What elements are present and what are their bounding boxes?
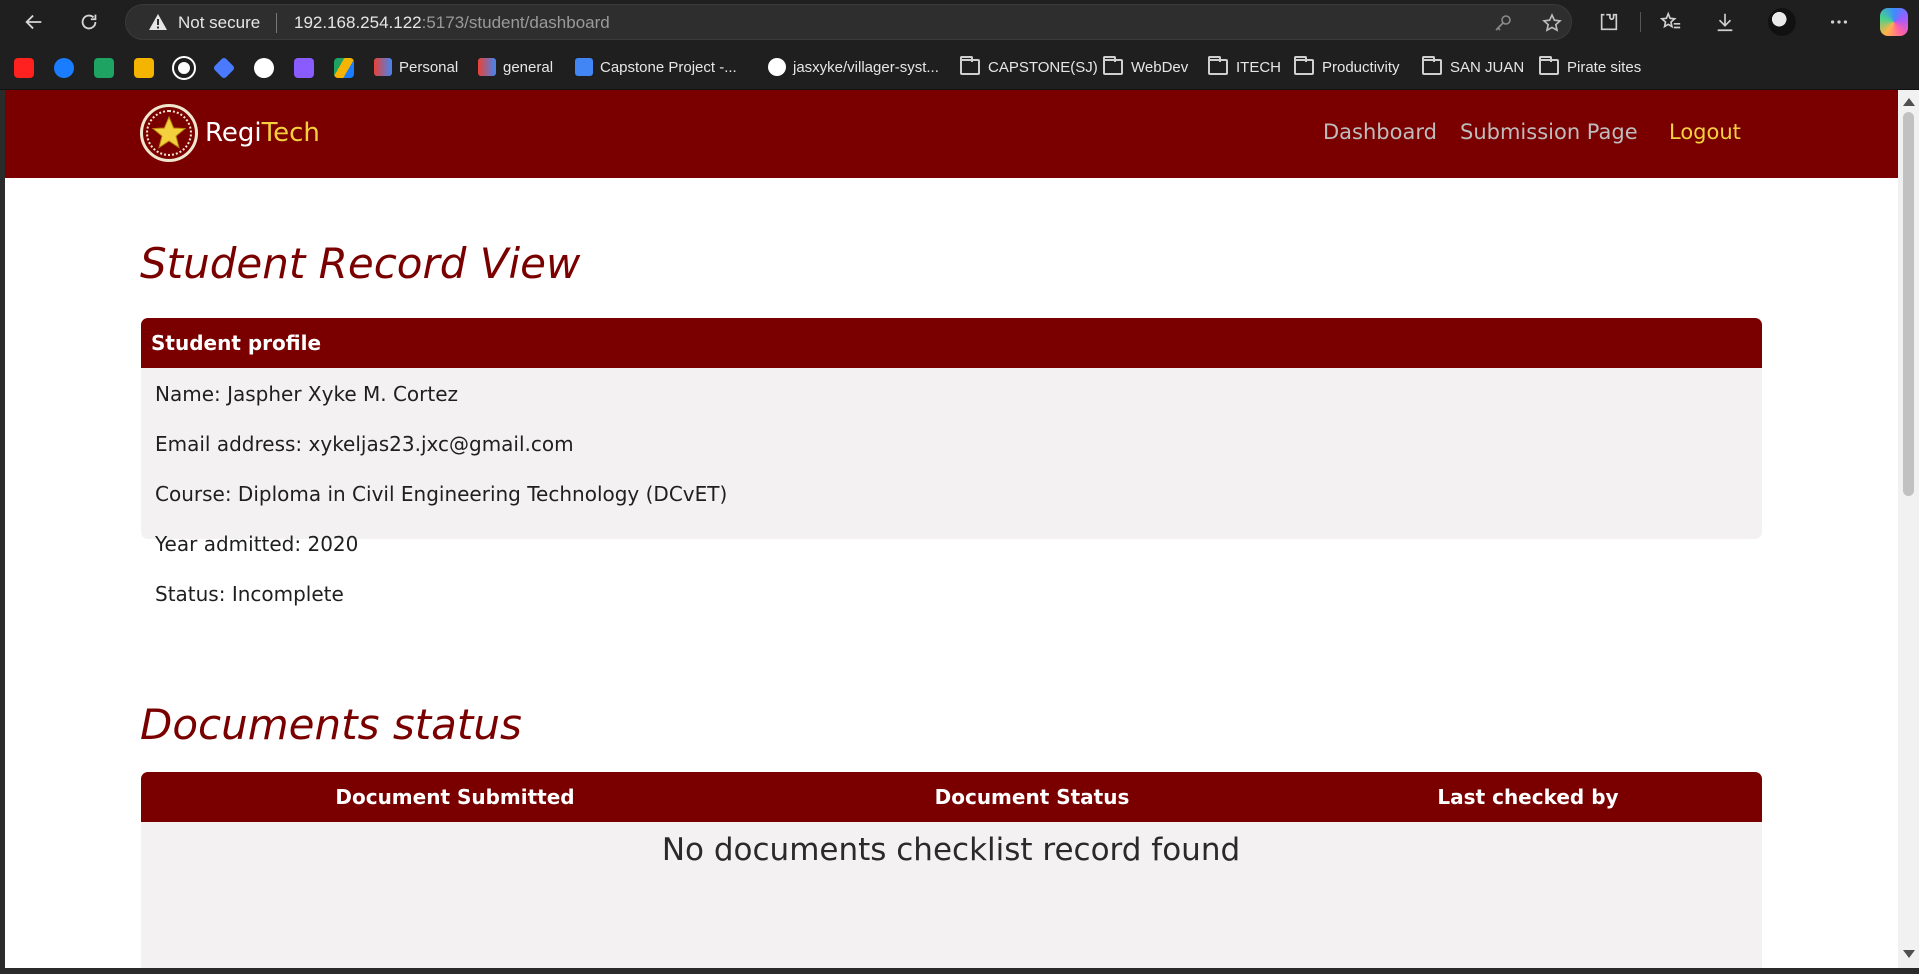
profile-card-body: Name: Jaspher Xyke M. Cortez Email addre… [141, 368, 1762, 606]
page-scrollbar[interactable] [1898, 90, 1919, 968]
student-status: Status: Incomplete [155, 582, 344, 606]
address-bar[interactable]: Not secure 192.168.254.122:5173/student/… [125, 4, 1572, 40]
bookmark-personal[interactable]: Personal [374, 56, 458, 78]
bookmark-label: Personal [399, 58, 459, 76]
scroll-thumb[interactable] [1903, 112, 1914, 496]
bookmark-label: general [503, 58, 554, 76]
bookmark-label: jasxyke/villager-syst... [793, 58, 939, 76]
bookmark-folder-pirate-sites[interactable]: Pirate sites [1539, 56, 1641, 78]
more-menu-icon[interactable] [1826, 9, 1852, 35]
nav-submission-page[interactable]: Submission Page [1460, 120, 1638, 144]
docs-icon [575, 58, 593, 76]
github-icon [768, 58, 786, 76]
drive-icon[interactable] [334, 58, 354, 78]
nav-logout[interactable]: Logout [1669, 120, 1741, 144]
bookmark-folder-webdev[interactable]: WebDev [1103, 56, 1188, 78]
profile-card-title: Student profile [151, 331, 322, 355]
nav-dashboard[interactable]: Dashboard [1323, 120, 1437, 144]
empty-records-message: No documents checklist record found [661, 832, 1241, 868]
back-button[interactable] [16, 6, 52, 38]
bookmark-capstone-project[interactable]: Capstone Project -... [575, 56, 737, 78]
url-text[interactable]: 192.168.254.122:5173/student/dashboard [294, 13, 610, 33]
url-host: 192.168.254.122 [294, 13, 422, 32]
classroom-icon[interactable] [134, 58, 154, 78]
browser-toolbar: Not secure 192.168.254.122:5173/student/… [0, 0, 1919, 44]
extensions-icon[interactable] [1596, 9, 1622, 35]
bookmark-folder-itech[interactable]: ITECH [1208, 56, 1281, 78]
folder-icon [1422, 56, 1442, 75]
bookmark-folder-capstone[interactable]: CAPSTONE(SJ) [960, 56, 1098, 78]
bookmark-github-repo[interactable]: jasxyke/villager-syst... [768, 56, 939, 78]
brand-main: Regi [205, 118, 262, 148]
downloads-icon[interactable] [1712, 9, 1738, 35]
bookmark-folder-san-juan[interactable]: SAN JUAN [1422, 56, 1524, 78]
documents-title: Documents status [140, 700, 522, 749]
star-icon [151, 115, 187, 149]
column-last-checked-by: Last checked by [1437, 785, 1619, 809]
openai-icon[interactable] [172, 56, 196, 80]
bookmark-label: SAN JUAN [1450, 58, 1525, 76]
profile-avatar[interactable] [1768, 8, 1796, 36]
folder-icon [1208, 56, 1228, 75]
url-path: :5173/student/dashboard [421, 13, 610, 32]
student-name: Name: Jaspher Xyke M. Cortez [155, 382, 459, 406]
gmail-icon [478, 58, 496, 76]
folder-icon [1539, 56, 1559, 75]
student-year-admitted: Year admitted: 2020 [155, 532, 359, 556]
bookmark-label: CAPSTONE(SJ) [988, 58, 1098, 76]
warning-icon [149, 14, 167, 30]
brand-name[interactable]: RegiTech [205, 118, 320, 148]
youtube-icon[interactable] [14, 58, 34, 78]
app-icon[interactable] [212, 56, 236, 80]
favorites-icon[interactable] [1658, 9, 1684, 35]
window-bottom-edge [0, 968, 1919, 974]
student-course: Course: Diploma in Civil Engineering Tec… [155, 482, 728, 506]
github-icon[interactable] [254, 58, 274, 78]
toolbar-divider [1640, 12, 1641, 32]
bookmark-folder-productivity[interactable]: Productivity [1294, 56, 1400, 78]
scroll-up-arrow[interactable] [1903, 98, 1915, 106]
bookmark-label: ITECH [1236, 58, 1281, 76]
meet-icon[interactable] [94, 58, 114, 78]
profile-card-header: Student profile [141, 318, 1762, 368]
security-label[interactable]: Not secure [178, 13, 260, 33]
bookmark-general[interactable]: general [478, 56, 553, 78]
reload-button[interactable] [71, 6, 107, 38]
folder-icon [1103, 56, 1123, 75]
bookmark-label: Pirate sites [1567, 58, 1642, 76]
page-viewport: RegiTech Dashboard Submission Page Logou… [5, 90, 1898, 968]
documents-table-body: No documents checklist record found [141, 822, 1762, 968]
gmail-icon [374, 58, 392, 76]
hack-icon[interactable] [294, 58, 314, 78]
column-document-status: Document Status [934, 785, 1130, 809]
key-icon[interactable] [1493, 13, 1513, 33]
seal-ring [146, 110, 192, 156]
brand-accent: Tech [261, 118, 320, 148]
copilot-icon[interactable] [1880, 8, 1908, 36]
school-seal-logo[interactable] [140, 104, 198, 162]
bookmarks-bar: Personal general Capstone Project -... j… [0, 44, 1919, 90]
folder-icon [960, 56, 980, 75]
bookmark-label: Capstone Project -... [600, 58, 737, 76]
page-title: Student Record View [140, 239, 581, 288]
site-header: RegiTech Dashboard Submission Page Logou… [5, 90, 1898, 178]
messenger-icon[interactable] [54, 58, 74, 78]
documents-table-header: Document Submitted Document Status Last … [141, 772, 1762, 822]
bookmark-label: Productivity [1322, 58, 1400, 76]
favorite-star-icon[interactable] [1542, 13, 1562, 33]
column-document-submitted: Document Submitted [335, 785, 575, 809]
student-email: Email address: xykeljas23.jxc@gmail.com [155, 432, 574, 456]
address-divider [276, 13, 277, 33]
bookmark-label: WebDev [1131, 58, 1189, 76]
folder-icon [1294, 56, 1314, 75]
scroll-down-arrow[interactable] [1903, 950, 1915, 958]
